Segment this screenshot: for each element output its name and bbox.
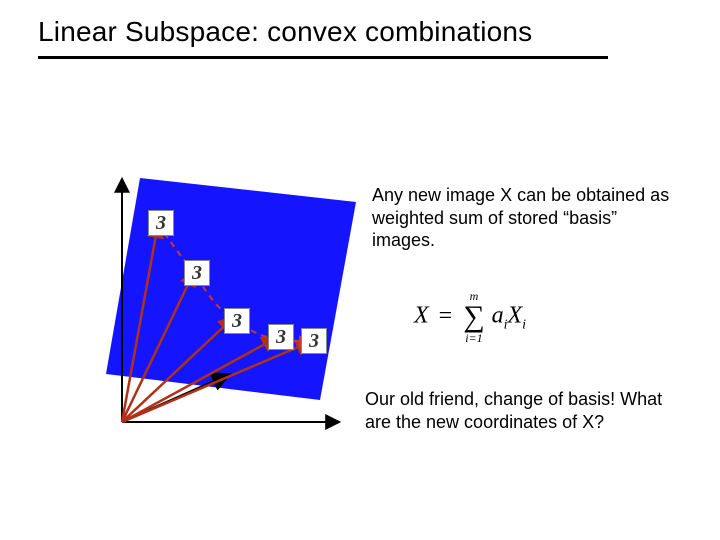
basis-thumb: 3	[224, 308, 250, 334]
sum-lower: i=1	[463, 332, 484, 344]
slide: Linear Subspace: convex combinations	[0, 0, 720, 540]
plane-icon	[106, 178, 356, 400]
formula-x-sub: i	[522, 317, 526, 332]
basis-thumb: 3	[301, 328, 327, 354]
sigma-icon: m ∑ i=1	[463, 290, 484, 344]
formula-x: X	[508, 303, 523, 329]
paragraph-2: Our old friend, change of basis! What ar…	[365, 388, 675, 433]
title-underline	[38, 56, 608, 59]
formula: X = m ∑ i=1 aiXi	[414, 290, 526, 344]
sigma-symbol: ∑	[463, 302, 484, 332]
paragraph-1: Any new image X can be obtained as weigh…	[372, 184, 682, 252]
basis-thumb: 3	[148, 210, 174, 236]
basis-thumb: 3	[184, 260, 210, 286]
basis-thumb: 3	[268, 324, 294, 350]
subspace-figure: 3 3 3 3 3	[88, 160, 358, 440]
formula-eq: =	[435, 303, 457, 329]
formula-a: a	[492, 303, 504, 329]
formula-lhs: X	[414, 303, 429, 329]
slide-title: Linear Subspace: convex combinations	[38, 16, 532, 48]
figure-svg	[88, 160, 358, 440]
